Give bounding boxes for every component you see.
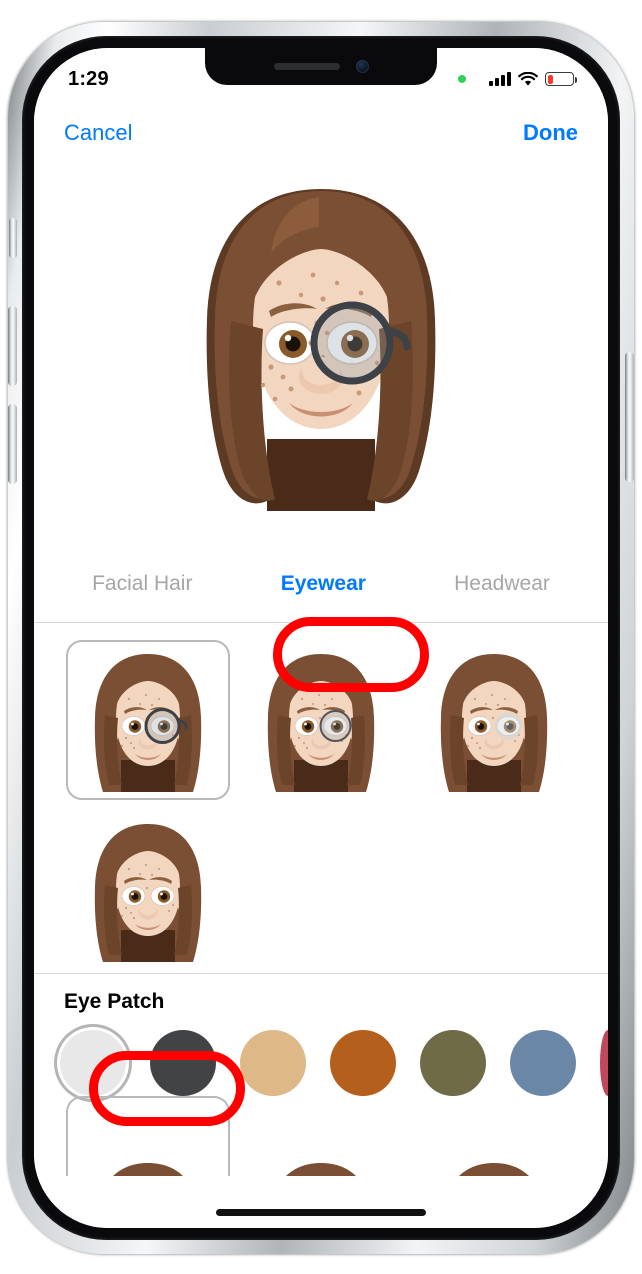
status-bar-icons [458, 62, 577, 87]
battery-low-icon [545, 72, 577, 86]
memoji-preview [206, 189, 436, 511]
memoji-thumbnail [267, 654, 375, 792]
memoji-thumbnail [113, 1163, 184, 1176]
memoji-editor-app: Cancel Done Facial Hair Eyewear Headwear… [34, 48, 608, 1228]
memoji-thumbnail [458, 1163, 529, 1176]
memoji-thumbnail [286, 1163, 356, 1176]
phone-screen: Cancel Done Facial Hair Eyewear Headwear… [34, 48, 608, 1228]
eyewear-option-2[interactable] [235, 635, 408, 805]
eyewear-option-3[interactable] [407, 635, 580, 805]
recording-indicator-dot [458, 75, 466, 83]
option-thumb-box [66, 810, 230, 970]
wifi-icon [518, 71, 538, 87]
tab-facial-hair[interactable]: Facial Hair [82, 566, 202, 602]
phone-bezel: Cancel Done Facial Hair Eyewear Headwear… [22, 36, 620, 1240]
avatar-preview-area [34, 156, 608, 546]
color-swatch-red[interactable] [600, 1030, 608, 1096]
eyewear-option-grid [34, 623, 608, 973]
done-button[interactable]: Done [523, 120, 578, 146]
eye-patch-section: Eye Patch [34, 974, 608, 1014]
eyewear-option-7[interactable] [407, 1096, 580, 1228]
status-bar-clock: 1:29 [68, 67, 109, 90]
color-swatch-orange[interactable] [330, 1030, 396, 1096]
cancel-button[interactable]: Cancel [64, 120, 132, 146]
tab-headwear[interactable]: Headwear [444, 566, 560, 602]
navigation-bar: Cancel Done [34, 110, 608, 156]
mute-switch-button[interactable] [9, 218, 17, 258]
option-thumb-box [239, 1096, 403, 1176]
option-thumb-box [412, 640, 576, 800]
phone-frame: Cancel Done Facial Hair Eyewear Headwear… [8, 22, 634, 1254]
option-thumb-box [66, 640, 231, 800]
memoji-thumbnail [95, 824, 202, 962]
memoji-thumbnail [95, 654, 202, 792]
option-thumb-box [66, 1096, 231, 1176]
power-button[interactable] [625, 352, 634, 482]
tab-eyewear[interactable]: Eyewear [271, 566, 376, 602]
eyewear-option-5[interactable] [62, 1096, 235, 1228]
eyewear-option-1[interactable] [62, 635, 235, 805]
color-swatch-blue[interactable] [510, 1030, 576, 1096]
color-swatch-white[interactable] [60, 1030, 126, 1096]
memoji-thumbnail [440, 654, 547, 792]
battery-fill [547, 74, 553, 84]
color-swatch-tan[interactable] [240, 1030, 306, 1096]
speaker-grille [273, 63, 340, 70]
device-notch [205, 48, 437, 85]
cellular-signal-icon [489, 72, 511, 86]
option-thumb-box [412, 1096, 576, 1176]
front-camera-icon [355, 60, 369, 73]
eyewear-option-4[interactable] [62, 805, 235, 975]
eye-patch-label: Eye Patch [64, 990, 165, 1013]
category-tab-bar: Facial Hair Eyewear Headwear [34, 546, 608, 622]
option-thumb-box [239, 640, 403, 800]
color-swatch-olive[interactable] [420, 1030, 486, 1096]
home-indicator[interactable] [216, 1209, 426, 1216]
color-swatch-row [34, 1014, 608, 1096]
color-swatch-charcoal[interactable] [150, 1030, 216, 1096]
volume-down-button[interactable] [8, 404, 17, 484]
volume-up-button[interactable] [8, 306, 17, 386]
